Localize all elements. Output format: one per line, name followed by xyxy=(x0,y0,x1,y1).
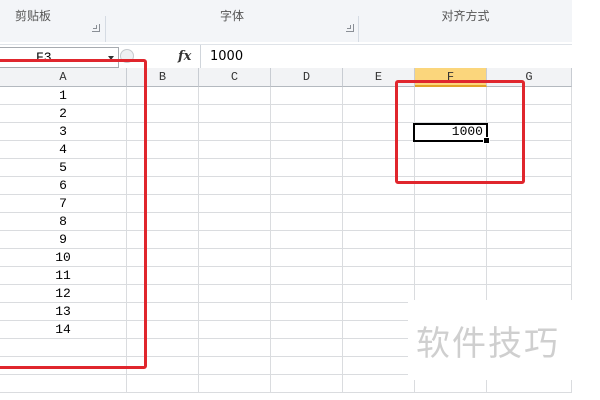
column-letter: E xyxy=(374,70,383,84)
table-cell[interactable] xyxy=(343,357,415,375)
table-cell[interactable] xyxy=(271,339,343,357)
table-cell[interactable] xyxy=(199,321,271,339)
clipboard-caption-text: 剪贴板 xyxy=(14,9,51,23)
table-cell[interactable] xyxy=(487,249,572,267)
table-cell[interactable] xyxy=(271,375,343,393)
column-letter: D xyxy=(302,70,311,84)
table-cell[interactable] xyxy=(199,357,271,375)
table-cell[interactable] xyxy=(343,267,415,285)
table-cell[interactable] xyxy=(271,123,343,141)
table-cell[interactable] xyxy=(271,213,343,231)
table-cell[interactable] xyxy=(271,357,343,375)
column-header-c[interactable]: C xyxy=(199,68,271,87)
formula-input[interactable]: 1000 xyxy=(210,45,243,68)
watermark-text: 软件技巧 xyxy=(416,324,560,364)
table-cell[interactable] xyxy=(271,177,343,195)
table-cell[interactable] xyxy=(487,231,572,249)
fx-label: fx xyxy=(178,49,192,64)
table-cell[interactable] xyxy=(271,231,343,249)
insert-function-icon[interactable]: fx xyxy=(178,46,191,67)
highlight-box-column-a xyxy=(0,59,147,369)
table-cell[interactable] xyxy=(487,213,572,231)
watermark: 软件技巧 xyxy=(408,300,578,380)
table-cell[interactable] xyxy=(343,249,415,267)
table-cell[interactable] xyxy=(199,213,271,231)
table-cell[interactable] xyxy=(271,249,343,267)
table-cell[interactable] xyxy=(199,267,271,285)
clipboard-group-caption: 剪贴板 xyxy=(0,0,82,42)
table-cell[interactable] xyxy=(199,195,271,213)
table-cell[interactable] xyxy=(343,195,415,213)
table-cell[interactable] xyxy=(343,339,415,357)
table-cell[interactable] xyxy=(199,123,271,141)
table-cell[interactable] xyxy=(487,195,572,213)
table-cell[interactable] xyxy=(199,375,271,393)
table-cell[interactable] xyxy=(271,303,343,321)
alignment-group-caption: 对齐方式 xyxy=(359,0,572,42)
table-cell[interactable] xyxy=(343,303,415,321)
font-launcher-icon[interactable] xyxy=(346,24,354,32)
alignment-caption-text: 对齐方式 xyxy=(441,9,490,23)
column-letter: G xyxy=(525,70,533,84)
table-cell[interactable] xyxy=(415,267,487,285)
table-cell[interactable] xyxy=(271,195,343,213)
table-cell[interactable] xyxy=(271,87,343,105)
table-cell[interactable] xyxy=(415,249,487,267)
table-cell[interactable] xyxy=(271,321,343,339)
formula-divider xyxy=(200,45,201,68)
highlight-box-cell-f3 xyxy=(395,80,525,184)
table-cell[interactable] xyxy=(487,267,572,285)
table-cell[interactable] xyxy=(271,105,343,123)
table-cell[interactable] xyxy=(271,285,343,303)
formula-text: 1000 xyxy=(210,49,244,64)
table-cell[interactable] xyxy=(271,141,343,159)
column-letter: B xyxy=(158,70,167,84)
font-group-caption: 字体 xyxy=(106,0,358,42)
table-cell[interactable] xyxy=(199,177,271,195)
table-cell[interactable] xyxy=(343,321,415,339)
table-cell[interactable] xyxy=(199,105,271,123)
table-cell[interactable] xyxy=(0,375,127,393)
table-cell[interactable] xyxy=(271,267,343,285)
table-cell[interactable] xyxy=(127,375,199,393)
table-cell[interactable] xyxy=(271,159,343,177)
table-cell[interactable] xyxy=(199,87,271,105)
font-caption-text: 字体 xyxy=(219,9,244,23)
table-cell[interactable] xyxy=(343,285,415,303)
table-cell[interactable] xyxy=(343,375,415,393)
table-cell[interactable] xyxy=(199,285,271,303)
column-header-d[interactable]: D xyxy=(271,68,343,87)
table-cell[interactable] xyxy=(199,303,271,321)
table-cell[interactable] xyxy=(415,195,487,213)
table-cell[interactable] xyxy=(343,231,415,249)
table-cell[interactable] xyxy=(199,159,271,177)
table-cell[interactable] xyxy=(199,249,271,267)
table-cell[interactable] xyxy=(415,213,487,231)
table-cell[interactable] xyxy=(199,339,271,357)
ribbon-group-captions: 剪贴板 字体 对齐方式 xyxy=(0,0,572,42)
table-cell[interactable] xyxy=(199,141,271,159)
clipboard-launcher-icon[interactable] xyxy=(92,24,100,32)
table-cell[interactable] xyxy=(199,231,271,249)
column-letter: C xyxy=(230,70,239,84)
table-cell[interactable] xyxy=(343,213,415,231)
table-cell[interactable] xyxy=(415,231,487,249)
